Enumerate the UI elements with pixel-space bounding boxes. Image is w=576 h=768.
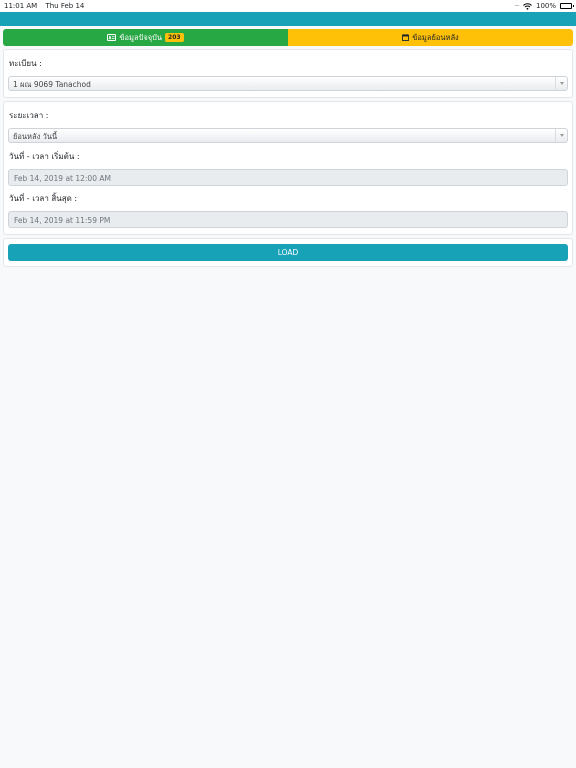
id-card-icon [107,34,117,41]
vehicle-label: ทะเบียน : [9,59,42,68]
tab-history-label: ข้อมูลย้อนหลัง [412,32,459,42]
main-content: ข้อมูลปัจจุบัน 203 ข้อมูลย้อนหลัง ทะเบีย… [0,26,576,267]
tab-current-label: ข้อมูลปัจจุบัน [119,32,163,42]
start-datetime-field[interactable]: Feb 14, 2019 at 12:00 AM [8,169,568,186]
period-card: ระยะเวลา : ย้อนหลัง วันนี้ วันที่ - เวลา… [3,101,573,235]
wifi-icon [523,2,532,10]
count-badge: 203 [165,33,184,42]
signal-icon: ···· [514,2,520,10]
status-date: Thu Feb 14 [45,2,85,10]
vehicle-select[interactable]: 1 ผณ 9069 Tanachod [8,76,568,91]
status-bar: 11:01 AM Thu Feb 14 ···· 100% [0,0,576,12]
vehicle-card: ทะเบียน : 1 ผณ 9069 Tanachod [3,49,573,98]
calendar-icon [402,34,410,41]
top-navbar [0,12,576,26]
period-label: ระยะเวลา : [9,111,49,120]
load-button[interactable]: LOAD [8,244,568,261]
end-datetime-field[interactable]: Feb 14, 2019 at 11:59 PM [8,211,568,228]
battery-icon [560,3,574,9]
period-select-value: ย้อนหลัง วันนี้ [13,132,58,141]
battery-percent: 100% [535,2,556,10]
dropdown-arrow-icon [555,129,567,142]
period-select[interactable]: ย้อนหลัง วันนี้ [8,128,568,143]
tab-current-data[interactable]: ข้อมูลปัจจุบัน 203 [3,29,288,46]
start-datetime-label: วันที่ - เวลา เริ่มต้น : [9,152,80,161]
status-time: 11:01 AM [4,2,38,10]
end-datetime-label: วันที่ - เวลา สิ้นสุด : [9,194,78,203]
vehicle-select-value: 1 ผณ 9069 Tanachod [13,80,91,89]
dropdown-arrow-icon [555,77,567,90]
tab-bar: ข้อมูลปัจจุบัน 203 ข้อมูลย้อนหลัง [3,29,573,46]
tab-history-data[interactable]: ข้อมูลย้อนหลัง [288,29,573,46]
load-card: LOAD [3,238,573,267]
